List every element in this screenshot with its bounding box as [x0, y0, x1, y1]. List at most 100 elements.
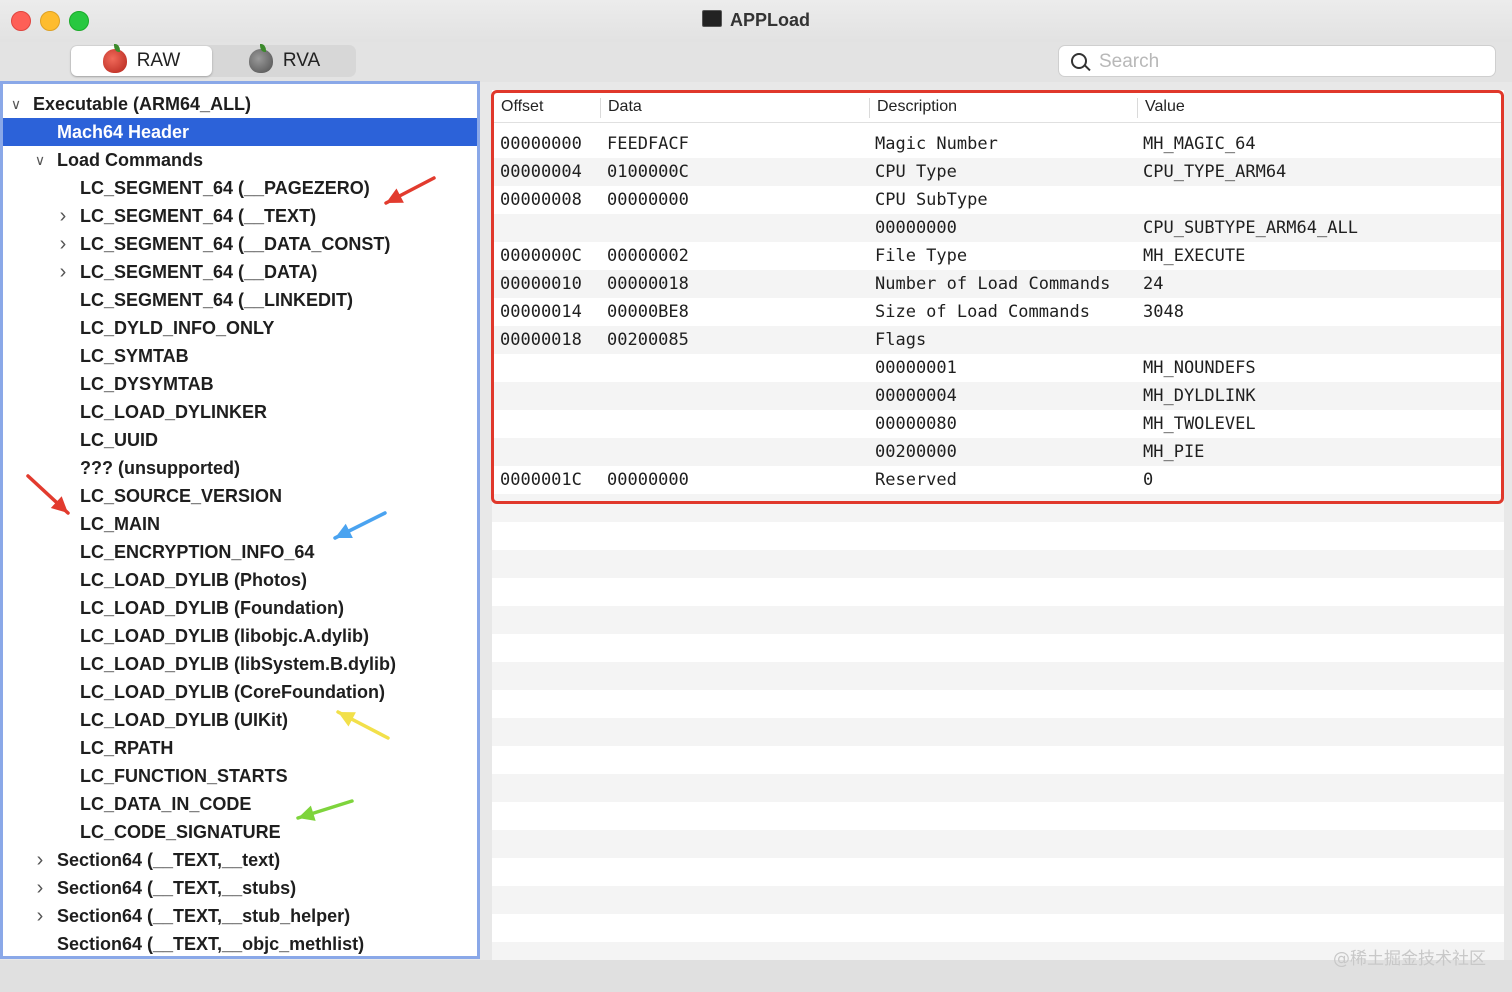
tree-item[interactable]: › Section64 (__TEXT,__stubs) — [3, 874, 477, 902]
tree-item-label: LC_RPATH — [80, 738, 174, 758]
tree-item-label: Mach64 Header — [57, 122, 190, 142]
tree-item[interactable]: LC_FUNCTION_STARTS — [3, 762, 477, 790]
value-cell: CPU_TYPE_ARM64 — [1143, 162, 1287, 182]
table-row[interactable]: 00000001 MH_NOUNDEFS — [492, 354, 1504, 382]
outline-tree[interactable]: ∨ Executable (ARM64_ALL) Mach64 Header ∨ Loa… — [0, 81, 480, 959]
tree-item[interactable]: LC_LOAD_DYLIB (Photos) — [3, 566, 477, 594]
table-row[interactable]: 00000004 0100000C CPU Type CPU_TYPE_ARM64 — [492, 158, 1504, 186]
tree-item[interactable]: LC_LOAD_DYLIB (CoreFoundation) — [3, 678, 477, 706]
tree-item[interactable]: ∨ Load Commands — [3, 146, 477, 174]
value-cell: MH_PIE — [1143, 442, 1205, 462]
rva-segment-button[interactable]: RVA — [214, 44, 355, 76]
value-cell: MH_EXECUTE — [1143, 246, 1246, 266]
status-bar — [0, 960, 1512, 992]
tree-item[interactable]: LC_MAIN — [3, 510, 477, 538]
description-cell: CPU Type — [875, 162, 957, 182]
tree-item[interactable]: › Section64 (__TEXT,__stub_helper) — [3, 902, 477, 930]
tree-item[interactable]: › LC_SEGMENT_64 (__DATA_CONST) — [3, 230, 477, 258]
tree-item[interactable]: LC_RPATH — [3, 734, 477, 762]
tree-item-label: Section64 (__TEXT,__text) — [57, 850, 281, 870]
offset-cell: 00000004 — [500, 162, 582, 182]
description-cell: File Type — [875, 246, 968, 266]
value-cell: 0 — [1143, 470, 1154, 490]
tree-item-label: Executable (ARM64_ALL) — [33, 94, 252, 114]
chevron-right-icon[interactable]: › — [56, 258, 70, 286]
tree-item[interactable]: ??? (unsupported) — [3, 454, 477, 482]
tree-item[interactable]: ∨ Executable (ARM64_ALL) — [3, 90, 477, 118]
table-row-background — [492, 550, 1504, 578]
tree-item[interactable]: LC_SOURCE_VERSION — [3, 482, 477, 510]
tree-item-label: LC_DATA_IN_CODE — [80, 794, 252, 814]
tree-item[interactable]: Section64 (__TEXT,__objc_methlist) — [3, 930, 477, 956]
tree-item[interactable]: LC_SEGMENT_64 (__LINKEDIT) — [3, 286, 477, 314]
table-row[interactable]: 0000000C 00000002 File Type MH_EXECUTE — [492, 242, 1504, 270]
column-header-description[interactable]: Description — [877, 98, 957, 116]
chevron-right-icon[interactable]: › — [33, 874, 47, 902]
chevron-down-icon[interactable]: ∨ — [9, 90, 23, 118]
column-separator — [869, 98, 870, 118]
table-row-background — [492, 690, 1504, 718]
table-row-background — [492, 774, 1504, 802]
description-cell: CPU SubType — [875, 190, 988, 210]
column-header-value[interactable]: Value — [1145, 98, 1185, 116]
tree-item[interactable]: LC_DATA_IN_CODE — [3, 790, 477, 818]
offset-cell: 00000018 — [500, 330, 582, 350]
watermark: @稀土掘金技术社区 — [1333, 949, 1486, 969]
tree-item-label: Section64 (__TEXT,__stubs) — [57, 878, 297, 898]
title-bar: APPLoad — [0, 0, 1512, 43]
table-row[interactable]: 00000008 00000000 CPU SubType — [492, 186, 1504, 214]
toolbar: RAW RVA — [0, 42, 1512, 82]
description-cell: 00200000 — [875, 442, 957, 462]
search-field[interactable] — [1058, 45, 1496, 77]
chevron-right-icon[interactable]: › — [33, 902, 47, 930]
tree-item[interactable]: Mach64 Header — [3, 118, 477, 146]
raw-segment-button[interactable]: RAW — [71, 44, 212, 76]
search-input[interactable] — [1097, 49, 1481, 75]
value-cell: MH_MAGIC_64 — [1143, 134, 1256, 154]
tree-item[interactable]: LC_DYSYMTAB — [3, 370, 477, 398]
tree-item-label: LC_LOAD_DYLIB (Foundation) — [80, 598, 344, 618]
description-cell: 00000000 — [875, 218, 957, 238]
table-row[interactable]: 00000000 CPU_SUBTYPE_ARM64_ALL — [492, 214, 1504, 242]
tree-item[interactable]: LC_LOAD_DYLIB (libSystem.B.dylib) — [3, 650, 477, 678]
tree-item[interactable]: LC_LOAD_DYLINKER — [3, 398, 477, 426]
tree-item[interactable]: LC_SEGMENT_64 (__PAGEZERO) — [3, 174, 477, 202]
chevron-right-icon[interactable]: › — [56, 202, 70, 230]
tree-item-label: LC_CODE_SIGNATURE — [80, 822, 281, 842]
description-cell: Reserved — [875, 470, 957, 490]
chevron-down-icon[interactable]: ∨ — [33, 146, 47, 174]
tree-item[interactable]: LC_UUID — [3, 426, 477, 454]
tree-item[interactable]: LC_LOAD_DYLIB (UIKit) — [3, 706, 477, 734]
tree-item[interactable]: › LC_SEGMENT_64 (__TEXT) — [3, 202, 477, 230]
tree-item-label: LC_FUNCTION_STARTS — [80, 766, 288, 786]
column-header-offset[interactable]: Offset — [501, 98, 543, 116]
chevron-right-icon[interactable]: › — [33, 846, 47, 874]
description-cell: Flags — [875, 330, 927, 350]
chevron-right-icon[interactable]: › — [56, 230, 70, 258]
tree-item[interactable]: LC_SYMTAB — [3, 342, 477, 370]
description-cell: Size of Load Commands — [875, 302, 1090, 322]
table-row[interactable]: 00000000 FEEDFACF Magic Number MH_MAGIC_64 — [492, 130, 1504, 158]
detail-table: Offset Data Description Value 00000000 FE… — [492, 90, 1504, 970]
table-row[interactable]: 00000014 00000BE8 Size of Load Commands 304… — [492, 298, 1504, 326]
table-row[interactable]: 00200000 MH_PIE — [492, 438, 1504, 466]
tree-item[interactable]: LC_DYLD_INFO_ONLY — [3, 314, 477, 342]
tree-item-label: LC_LOAD_DYLIB (UIKit) — [80, 710, 288, 730]
tree-item[interactable]: LC_ENCRYPTION_INFO_64 — [3, 538, 477, 566]
tree-item-label: LC_UUID — [80, 430, 159, 450]
table-row[interactable]: 00000080 MH_TWOLEVEL — [492, 410, 1504, 438]
value-cell: 3048 — [1143, 302, 1184, 322]
tree-item[interactable]: LC_LOAD_DYLIB (Foundation) — [3, 594, 477, 622]
offset-cell: 0000001C — [500, 470, 582, 490]
table-row[interactable]: 00000010 00000018 Number of Load Commands 2… — [492, 270, 1504, 298]
table-row[interactable]: 00000018 00200085 Flags — [492, 326, 1504, 354]
table-row[interactable]: 00000004 MH_DYLDLINK — [492, 382, 1504, 410]
tree-item[interactable]: LC_LOAD_DYLIB (libobjc.A.dylib) — [3, 622, 477, 650]
tree-item[interactable]: › Section64 (__TEXT,__text) — [3, 846, 477, 874]
table-row[interactable]: 0000001C 00000000 Reserved 0 — [492, 466, 1504, 494]
tree-item-label: LC_ENCRYPTION_INFO_64 — [80, 542, 315, 562]
column-header-data[interactable]: Data — [608, 98, 642, 116]
tree-item[interactable]: LC_CODE_SIGNATURE — [3, 818, 477, 846]
tree-item[interactable]: › LC_SEGMENT_64 (__DATA) — [3, 258, 477, 286]
raw-rva-segmented-control: RAW RVA — [70, 44, 356, 77]
